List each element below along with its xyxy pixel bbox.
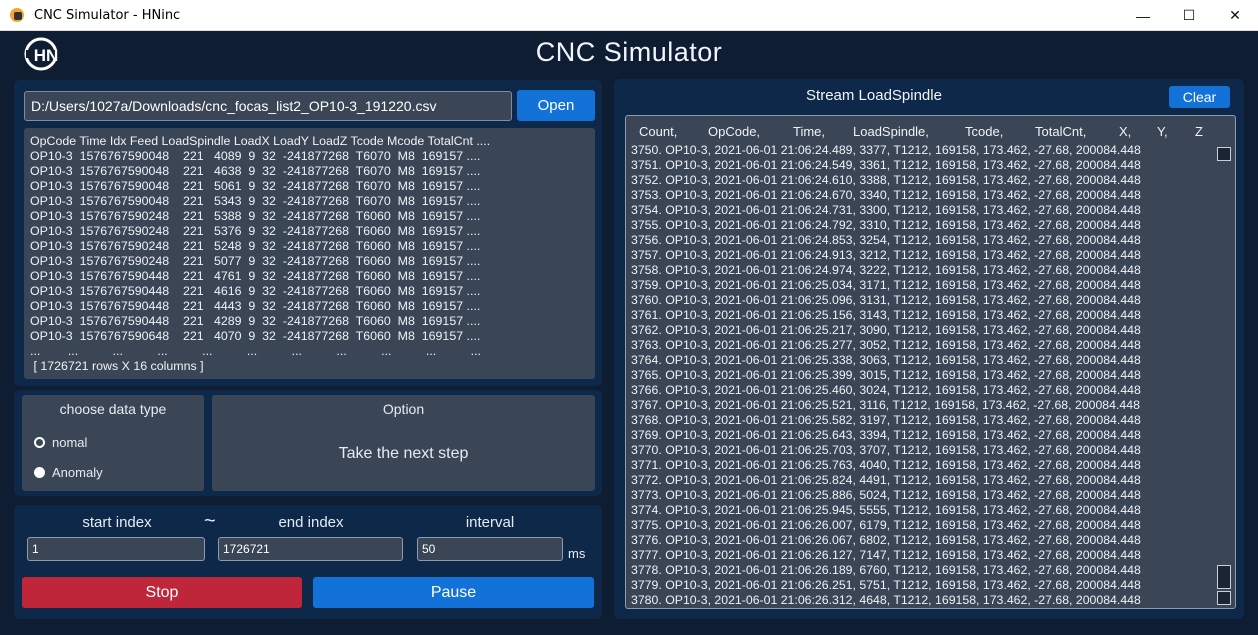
- pause-button[interactable]: Pause: [313, 577, 594, 608]
- stream-line: 3779. OP10-3, 2021-06-01 21:06:26.251, 5…: [631, 578, 1141, 592]
- range-tilde: ~: [204, 510, 216, 532]
- stream-line: 3761. OP10-3, 2021-06-01 21:06:25.156, 3…: [631, 308, 1141, 322]
- open-button[interactable]: Open: [517, 90, 595, 121]
- stream-scrollbar[interactable]: [1215, 145, 1233, 607]
- preview-row: OP10-3 1576767590048 221 5343 9 32 -2418…: [30, 194, 481, 208]
- file-panel: D:/Users/1027a/Downloads/cnc_focas_list2…: [14, 80, 602, 386]
- interval-input[interactable]: 50: [417, 537, 563, 561]
- scroll-up-button[interactable]: [1217, 147, 1231, 161]
- file-path-input[interactable]: D:/Users/1027a/Downloads/cnc_focas_list2…: [24, 91, 512, 121]
- stream-line: 3763. OP10-3, 2021-06-01 21:06:25.277, 3…: [631, 338, 1141, 352]
- preview-ellipsis: ... ... ... ... ... ... ... ... ... ... …: [30, 344, 481, 358]
- stop-button[interactable]: Stop: [22, 577, 302, 608]
- col-count: Count,: [639, 124, 678, 139]
- stream-line: 3776. OP10-3, 2021-06-01 21:06:26.067, 6…: [631, 533, 1141, 547]
- app-title: CNC Simulator: [535, 37, 723, 67]
- stream-line: 3750. OP10-3, 2021-06-01 21:06:24.489, 3…: [631, 143, 1141, 157]
- stream-line: 3778. OP10-3, 2021-06-01 21:06:26.189, 6…: [631, 563, 1141, 577]
- radio-normal-label: nomal: [52, 435, 88, 450]
- preview-row: OP10-3 1576767590248 221 5388 9 32 -2418…: [30, 209, 481, 223]
- preview-summary: [ 1726721 rows X 16 columns ]: [30, 359, 204, 373]
- col-opcode: OpCode,: [708, 124, 761, 139]
- stream-line: 3751. OP10-3, 2021-06-01 21:06:24.549, 3…: [631, 158, 1141, 172]
- col-tcode: Tcode,: [965, 124, 1004, 139]
- radio-normal-icon[interactable]: [34, 437, 45, 448]
- preview-row: OP10-3 1576767590248 221 5077 9 32 -2418…: [30, 254, 481, 268]
- stream-line: 3775. OP10-3, 2021-06-01 21:06:26.007, 6…: [631, 518, 1141, 532]
- window-title: CNC Simulator - HNinc: [34, 7, 181, 23]
- cnc-app-icon: [8, 6, 26, 24]
- data-type-title: choose data type: [59, 401, 167, 417]
- stream-lines: 3750. OP10-3, 2021-06-01 21:06:24.489, 3…: [631, 143, 1141, 608]
- data-preview: OpCode Time Idx Feed LoadSpindle LoadX L…: [24, 128, 595, 379]
- stream-line: 3762. OP10-3, 2021-06-01 21:06:25.217, 3…: [631, 323, 1141, 337]
- stream-line: 3771. OP10-3, 2021-06-01 21:06:25.763, 4…: [631, 458, 1141, 472]
- preview-row: OP10-3 1576767590048 221 4089 9 32 -2418…: [30, 149, 481, 163]
- preview-row: OP10-3 1576767590448 221 4443 9 32 -2418…: [30, 299, 481, 313]
- stream-line: 3758. OP10-3, 2021-06-01 21:06:24.974, 3…: [631, 263, 1141, 277]
- radio-anomaly-label: Anomaly: [52, 465, 103, 480]
- stream-column-headers: Count, OpCode, Time, LoadSpindle, Tcode,…: [626, 116, 1235, 146]
- interval-unit: ms: [568, 546, 586, 561]
- stream-line: 3770. OP10-3, 2021-06-01 21:06:25.703, 3…: [631, 443, 1141, 457]
- stream-line: 3772. OP10-3, 2021-06-01 21:06:25.824, 4…: [631, 473, 1141, 487]
- maximize-button[interactable]: ☐: [1166, 0, 1212, 31]
- stream-line: 3766. OP10-3, 2021-06-01 21:06:25.460, 3…: [631, 383, 1141, 397]
- end-index-input[interactable]: 1726721: [218, 537, 403, 561]
- stream-line: 3780. OP10-3, 2021-06-01 21:06:26.312, 4…: [631, 593, 1141, 607]
- radio-anomaly[interactable]: Anomaly: [34, 465, 103, 480]
- preview-row: OP10-3 1576767590648 221 4070 9 32 -2418…: [30, 329, 481, 343]
- preview-row: OP10-3 1576767590448 221 4616 9 32 -2418…: [30, 284, 481, 298]
- radio-normal[interactable]: nomal: [34, 435, 87, 450]
- stream-line: 3753. OP10-3, 2021-06-01 21:06:24.670, 3…: [631, 188, 1141, 202]
- stream-line: 3767. OP10-3, 2021-06-01 21:06:25.521, 3…: [631, 398, 1140, 412]
- stream-log[interactable]: Count, OpCode, Time, LoadSpindle, Tcode,…: [625, 115, 1236, 609]
- option-text: Take the next step: [338, 445, 469, 462]
- preview-header: OpCode Time Idx Feed LoadSpindle LoadX L…: [30, 134, 491, 148]
- col-x: X,: [1119, 124, 1132, 139]
- scroll-down-button[interactable]: [1217, 591, 1231, 605]
- data-type-panel: choose data type nomal Anomaly: [22, 395, 204, 491]
- stream-line: 3769. OP10-3, 2021-06-01 21:06:25.643, 3…: [631, 428, 1141, 442]
- start-index-label: start index: [82, 514, 152, 531]
- close-button[interactable]: ✕: [1212, 0, 1258, 31]
- preview-row: OP10-3 1576767590448 221 4761 9 32 -2418…: [30, 269, 481, 283]
- end-index-label: end index: [278, 514, 344, 531]
- col-time: Time,: [793, 124, 826, 139]
- col-loadspindle: LoadSpindle,: [853, 124, 929, 139]
- radio-anomaly-icon[interactable]: [34, 467, 45, 478]
- option-panel: Option Take the next step: [212, 395, 595, 491]
- stream-line: 3768. OP10-3, 2021-06-01 21:06:25.582, 3…: [631, 413, 1141, 427]
- clear-button[interactable]: Clear: [1169, 86, 1230, 108]
- stream-line: 3764. OP10-3, 2021-06-01 21:06:25.338, 3…: [631, 353, 1141, 367]
- stream-line: 3777. OP10-3, 2021-06-01 21:06:26.127, 7…: [631, 548, 1141, 562]
- preview-rows: OP10-3 1576767590048 221 4089 9 32 -2418…: [30, 149, 589, 344]
- stream-line: 3752. OP10-3, 2021-06-01 21:06:24.610, 3…: [631, 173, 1141, 187]
- preview-row: OP10-3 1576767590048 221 5061 9 32 -2418…: [30, 179, 481, 193]
- stream-line: 3760. OP10-3, 2021-06-01 21:06:25.096, 3…: [631, 293, 1141, 307]
- stream-line: 3765. OP10-3, 2021-06-01 21:06:25.399, 3…: [631, 368, 1141, 382]
- preview-row: OP10-3 1576767590248 221 5248 9 32 -2418…: [30, 239, 481, 253]
- window-titlebar: CNC Simulator - HNinc — ☐ ✕: [0, 0, 1258, 31]
- minimize-button[interactable]: —: [1120, 0, 1166, 31]
- col-y: Y,: [1157, 124, 1168, 139]
- stream-line: 3759. OP10-3, 2021-06-01 21:06:25.034, 3…: [631, 278, 1141, 292]
- scroll-thumb[interactable]: [1217, 565, 1231, 589]
- stream-line: 3754. OP10-3, 2021-06-01 21:06:24.731, 3…: [631, 203, 1141, 217]
- stream-line: 3774. OP10-3, 2021-06-01 21:06:25.945, 5…: [631, 503, 1141, 517]
- stream-title: Stream LoadSpindle: [806, 87, 942, 104]
- interval-label: interval: [465, 514, 515, 531]
- start-index-input[interactable]: 1: [27, 537, 205, 561]
- col-z: Z: [1195, 124, 1203, 139]
- stream-line: 3756. OP10-3, 2021-06-01 21:06:24.853, 3…: [631, 233, 1141, 247]
- stream-line: 3755. OP10-3, 2021-06-01 21:06:24.792, 3…: [631, 218, 1141, 232]
- stream-line: 3757. OP10-3, 2021-06-01 21:06:24.913, 3…: [631, 248, 1141, 262]
- window-controls: — ☐ ✕: [1120, 0, 1258, 31]
- stream-line: 3773. OP10-3, 2021-06-01 21:06:25.886, 5…: [631, 488, 1141, 502]
- option-title: Option: [382, 401, 425, 417]
- col-totalcnt: TotalCnt,: [1035, 124, 1087, 139]
- preview-row: OP10-3 1576767590248 221 5376 9 32 -2418…: [30, 224, 481, 238]
- preview-row: OP10-3 1576767590448 221 4289 9 32 -2418…: [30, 314, 481, 328]
- preview-row: OP10-3 1576767590048 221 4638 9 32 -2418…: [30, 164, 481, 178]
